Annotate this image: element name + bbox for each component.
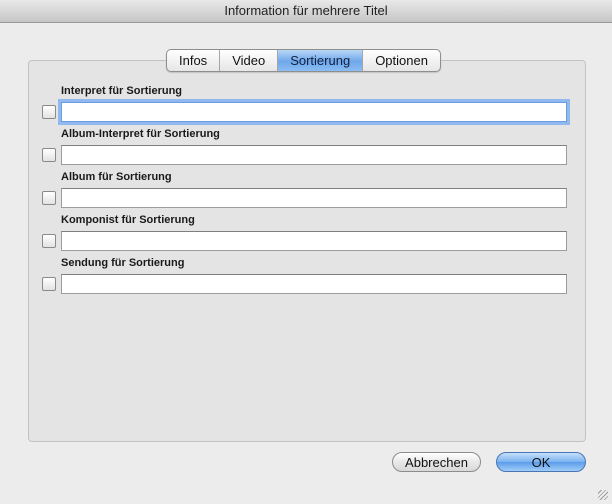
sort-album-artist-label: Album-Interpret für Sortierung — [61, 128, 220, 140]
sort-album-artist-checkbox[interactable] — [42, 148, 56, 162]
sort-album-artist-field[interactable] — [61, 145, 567, 165]
sort-album-checkbox[interactable] — [42, 191, 56, 205]
sort-show-checkbox[interactable] — [42, 277, 56, 291]
sort-artist-field[interactable] — [61, 102, 567, 122]
sort-composer-label: Komponist für Sortierung — [61, 214, 195, 226]
sort-artist-checkbox[interactable] — [42, 105, 56, 119]
sort-album-field[interactable] — [61, 188, 567, 208]
info-dialog: Information für mehrere Titel Infos Vide… — [0, 0, 612, 504]
sort-show-field[interactable] — [61, 274, 567, 294]
dialog-title: Information für mehrere Titel — [0, 0, 612, 23]
tab-video[interactable]: Video — [219, 50, 277, 71]
tab-bar: Infos Video Sortierung Optionen — [166, 49, 441, 72]
sort-composer-checkbox[interactable] — [42, 234, 56, 248]
sort-artist-label: Interpret für Sortierung — [61, 85, 183, 97]
tab-sortierung[interactable]: Sortierung — [277, 50, 363, 71]
resize-grip-icon[interactable] — [598, 490, 608, 500]
sort-show-label: Sendung für Sortierung — [61, 257, 185, 269]
tab-optionen[interactable]: Optionen — [362, 50, 440, 71]
cancel-button[interactable]: Abbrechen — [392, 452, 481, 472]
sort-composer-field[interactable] — [61, 231, 567, 251]
ok-button[interactable]: OK — [496, 452, 586, 472]
sort-album-label: Album für Sortierung — [61, 171, 172, 183]
tab-infos[interactable]: Infos — [167, 50, 219, 71]
